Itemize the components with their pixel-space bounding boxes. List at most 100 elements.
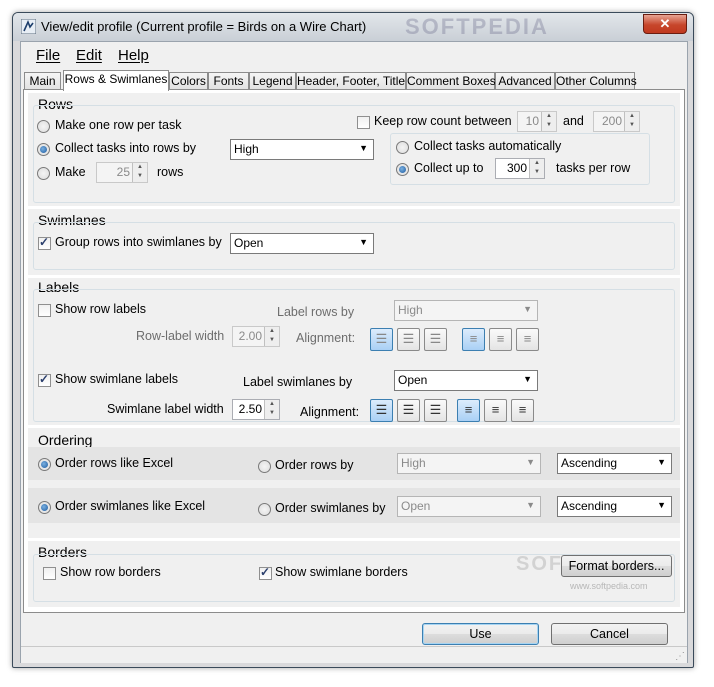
checkbox-show-row-borders[interactable] [43,567,56,580]
checkbox-group-swimlanes[interactable] [38,235,51,250]
labels-section: Labels Show row labels Label rows by Hig… [28,278,680,425]
label-rows-by-value: High [398,303,423,317]
stepper-arrows-icon[interactable]: ▲ ▼ [541,112,556,131]
tab-colors[interactable]: Colors [169,72,208,90]
collect-by-dropdown[interactable]: High ▼ [230,139,374,160]
valign-top-icon[interactable]: ≡ [462,328,485,351]
resize-grip-icon[interactable]: ⋰ [675,651,685,662]
tab-main[interactable]: Main [24,72,61,90]
label-show-swimlane-labels: Show swimlane labels [55,372,178,386]
collect-by-value: High [234,142,259,156]
valign-bottom-icon[interactable]: ≡ [511,399,534,422]
stepper-arrows-icon[interactable]: ▲ ▼ [264,327,279,346]
valign-top-icon[interactable]: ≡ [457,399,480,422]
chevron-down-icon: ▼ [359,143,368,153]
label-label-swimlanes-by: Label swimlanes by [243,375,353,389]
checkbox-keep-row-count[interactable] [357,116,370,129]
menu-file[interactable]: File [36,47,60,64]
tab-legend[interactable]: Legend [249,72,296,90]
borders-section: Borders Show row borders Show swimlane b… [28,541,680,607]
label-order-swimlanes-excel: Order swimlanes like Excel [55,499,206,513]
align-left-icon[interactable]: ☰ [370,399,393,422]
radio-make-rows[interactable] [37,167,50,180]
collect-up-to-value: 300 [506,161,527,175]
label-collect-up-to: Collect up to [414,161,484,175]
stepper-arrows-icon[interactable]: ▲ ▼ [624,112,639,131]
radio-order-swimlanes-excel[interactable] [38,501,51,514]
radio-order-rows-by[interactable] [258,460,271,473]
swimlane-label-width-value: 2.50 [238,402,262,416]
title-bar[interactable]: View/edit profile (Current profile = Bir… [13,13,693,41]
label-and: and [563,114,584,128]
label-swimlanes-by-dropdown[interactable]: Open ▼ [394,370,538,391]
radio-order-rows-excel[interactable] [38,458,51,471]
row-label-width-value: 2.00 [238,329,262,343]
menu-edit[interactable]: Edit [76,47,102,64]
use-button[interactable]: Use [422,623,539,645]
align-center-icon[interactable]: ☰ [397,399,420,422]
tab-comment-boxes[interactable]: Comment Boxes [406,72,496,90]
stepper-arrows-icon[interactable]: ▲ ▼ [529,159,544,178]
chevron-down-icon: ▼ [523,304,532,314]
label-show-swimlane-borders: Show swimlane borders [275,565,408,579]
ordering-section: Ordering Order rows like Excel Order row… [28,428,680,538]
keep-min-value: 10 [525,114,539,128]
radio-collect-automatically[interactable] [396,141,409,154]
order-rows-direction-dropdown[interactable]: Ascending ▼ [557,453,672,474]
radio-collect-into-rows[interactable] [37,143,50,156]
keep-min-stepper[interactable]: 10 ▲ ▼ [517,111,557,132]
label-group-swimlanes: Group rows into swimlanes by [55,235,222,249]
row-label-width-stepper[interactable]: 2.00 ▲ ▼ [232,326,280,347]
align-right-icon[interactable]: ☰ [424,328,447,351]
checkbox-show-swimlane-borders[interactable] [259,565,272,580]
group-swimlanes-dropdown[interactable]: Open ▼ [230,233,374,254]
chevron-down-icon: ▼ [526,500,535,510]
cancel-button[interactable]: Cancel [551,623,668,645]
radio-one-row-per-task[interactable] [37,120,50,133]
order-rows-by-value: High [401,456,426,470]
valign-middle-icon[interactable]: ≡ [489,328,512,351]
group-swimlanes-value: Open [234,236,264,250]
chevron-down-icon: ▼ [657,500,666,510]
align-right-icon[interactable]: ☰ [424,399,447,422]
valign-bottom-icon[interactable]: ≡ [516,328,539,351]
tab-advanced[interactable]: Advanced [495,72,555,90]
softpedia-url-watermark: www.softpedia.com [570,581,648,591]
label-rows-by-dropdown[interactable]: High ▼ [394,300,538,321]
radio-order-swimlanes-by[interactable] [258,503,271,516]
label-show-row-borders: Show row borders [60,565,161,579]
format-borders-button[interactable]: Format borders... [561,555,672,577]
align-left-icon[interactable]: ☰ [370,328,393,351]
chevron-down-icon: ▼ [526,457,535,467]
tab-other-columns[interactable]: Other Columns [555,72,637,90]
window-title: View/edit profile (Current profile = Bir… [41,19,367,34]
keep-max-value: 200 [601,114,622,128]
label-order-rows-by: Order rows by [275,458,354,472]
order-swimlanes-direction-value: Ascending [561,499,618,513]
keep-max-stepper[interactable]: 200 ▲ ▼ [593,111,640,132]
swimlane-label-width-stepper[interactable]: 2.50 ▲ ▼ [232,399,280,420]
order-swimlanes-by-dropdown[interactable]: Open ▼ [397,496,541,517]
tab-header-footer-title[interactable]: Header, Footer, Title [296,72,406,90]
app-icon [21,19,36,34]
checkbox-show-swimlane-labels[interactable] [38,372,51,387]
collect-up-to-stepper[interactable]: 300 ▲ ▼ [495,158,545,179]
label-show-row-labels: Show row labels [55,302,147,316]
order-swimlanes-direction-dropdown[interactable]: Ascending ▼ [557,496,672,517]
tab-rows-swimlanes[interactable]: Rows & Swimlanes [63,70,169,91]
checkbox-show-row-labels[interactable] [38,304,51,317]
radio-collect-up-to[interactable] [396,163,409,176]
stepper-arrows-icon[interactable]: ▲ ▼ [132,163,147,182]
label-row-alignment: Alignment: [296,331,356,345]
make-rows-stepper[interactable]: 25 ▲ ▼ [96,162,148,183]
order-rows-by-dropdown[interactable]: High ▼ [397,453,541,474]
title-watermark: SOFTPEDIA [405,14,549,39]
align-center-icon[interactable]: ☰ [397,328,420,351]
close-button[interactable]: ✕ [643,14,687,34]
tab-fonts[interactable]: Fonts [208,72,249,90]
menu-help[interactable]: Help [118,47,149,64]
valign-middle-icon[interactable]: ≡ [484,399,507,422]
stepper-arrows-icon[interactable]: ▲ ▼ [264,400,279,419]
status-bar: ⋰ [21,646,687,663]
rows-section: Rows Make one row per task Collect tasks… [28,93,680,206]
